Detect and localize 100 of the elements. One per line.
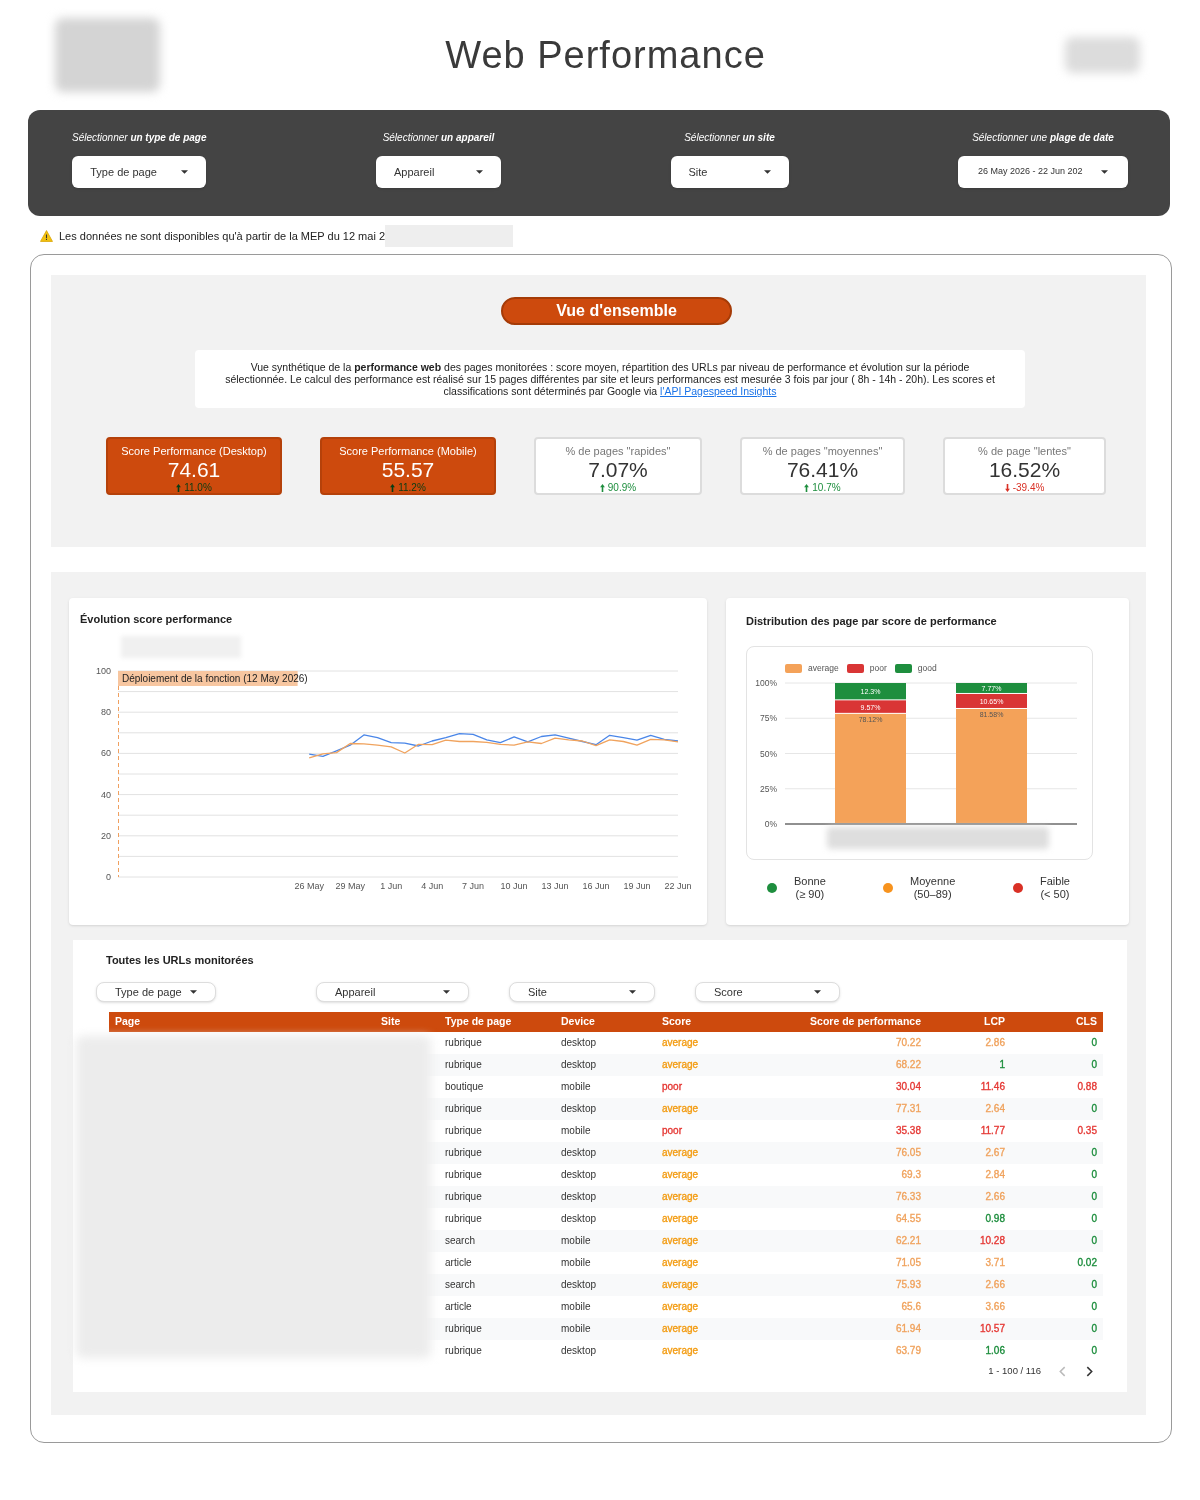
axis-label: 20 [101,830,111,841]
table-cell: 2.64 [985,1103,1005,1114]
table-cell: 0.02 [1077,1257,1097,1268]
filter-label: Sélectionner un type de page [72,132,207,144]
table-cell: rubrique [445,1125,482,1136]
table-cell: average [662,1235,699,1246]
filter-dropdown[interactable]: Site [670,156,789,188]
table-cell: 63.79 [895,1345,921,1356]
axis-label: 100% [755,678,777,688]
table-cell: 0 [1091,1279,1097,1290]
table-cell: average [662,1103,699,1114]
table-title: Toutes les URLs monitorées [105,954,255,967]
annotation: Déploiement de la fonction (12 May 2026) [122,673,308,684]
table-cell: 0 [1091,1059,1097,1070]
filter-dropdown[interactable]: Type de page [72,156,207,188]
table-cell: rubrique [445,1103,482,1114]
filter-dropdown[interactable]: Type de page [96,982,216,1002]
table-cell: average [662,1345,699,1356]
table-cell: 64.55 [895,1213,921,1224]
table-cell: average [662,1191,699,1202]
table-cell: 2.67 [985,1147,1005,1158]
axis-label: 0% [764,819,777,829]
kpi-title: % de pages "rapides" [565,445,671,458]
warning-icon [40,230,53,242]
notice-text: Les données ne sont disponibles qu'à partir de la MEP du 12 mai 2 [59,228,385,244]
table-cell: 0.98 [985,1213,1005,1224]
axis-label: 100 [95,666,111,676]
caret-icon [763,170,771,174]
table-cell: rubrique [445,1169,482,1180]
table-cell: rubrique [445,1191,482,1202]
filter-dropdown[interactable]: Appareil [316,982,469,1002]
filter-dropdown[interactable]: Score [695,982,840,1002]
axis-label: 75% [760,713,777,724]
page-title: Web Performance [444,33,767,77]
table-cell: search [445,1279,475,1290]
table-cell: mobile [561,1125,591,1136]
filter-dropdown[interactable]: Site [509,982,655,1002]
caret-icon [629,990,636,994]
table-cell: mobile [561,1301,591,1312]
legend-label: Bonne [794,875,826,888]
caret-icon [181,170,189,174]
table-cell: 0 [1091,1323,1097,1334]
axis-label: 25% [760,783,777,794]
table-cell: 75.93 [895,1279,921,1290]
axis-label: 0 [106,872,111,882]
table-cell: 61.94 [895,1323,921,1334]
axis-label: 10 Jun [500,881,528,891]
legend-range: (50–89) [913,888,952,901]
legend-label: average [808,663,839,673]
axis-label: 80 [101,707,111,718]
table-cell: article [445,1257,472,1268]
table-cell: rubrique [445,1213,482,1224]
table-cell: 11.46 [980,1081,1005,1092]
table-cell: 1 [999,1059,1005,1070]
filter-dropdown[interactable]: Appareil [376,156,501,188]
table-cell: rubrique [445,1059,482,1070]
table-cell: 2.66 [985,1279,1005,1290]
kpi-delta: 10.7% [812,482,841,494]
table-cell: article [445,1301,472,1312]
table-cell: desktop [561,1191,597,1202]
table-cell: average [662,1059,699,1070]
table-cell: 1.06 [985,1345,1005,1356]
table-cell: desktop [561,1213,597,1224]
table-cell: 0.35 [1077,1125,1097,1136]
table-cell: 2.66 [985,1191,1005,1202]
table-cell: 0 [1091,1169,1097,1180]
table-cell: desktop [561,1279,597,1290]
table-cell: rubrique [445,1345,482,1356]
table-cell: 35.38 [895,1125,921,1136]
pagespeed-link[interactable]: l'API Pagespeed Insights [660,385,777,397]
table-cell: average [662,1169,699,1180]
kpi-delta: 11.0% [184,482,212,494]
filter-label: Sélectionner une plage de date [972,132,1114,144]
table-cell: 0.88 [1077,1081,1097,1092]
legend-label: Moyenne [910,875,956,888]
table-cell: 0 [1091,1037,1097,1048]
table-cell: 69.3 [901,1169,921,1180]
table-cell: 10.57 [979,1323,1005,1334]
table-cell: 0 [1091,1235,1097,1246]
legend-range: (≥ 90) [795,888,825,901]
table-cell: 76.05 [895,1147,921,1158]
table-cell: search [445,1235,475,1246]
caret-icon [443,990,450,994]
table-cell: average [662,1147,699,1158]
pagination-range: 1 - 100 / 116 [988,1363,1041,1378]
table-cell: average [662,1257,699,1268]
caret-icon [476,170,483,174]
legend-range: (< 50) [1040,888,1070,901]
table-cell: poor [662,1081,682,1092]
table-cell: rubrique [445,1323,482,1334]
table-cell: 0 [1091,1301,1097,1312]
table-cell: 2.84 [985,1169,1005,1180]
kpi-delta: 90.9% [607,482,637,494]
filter-dropdown[interactable]: 26 May 2026 - 22 Jun 202 [958,156,1128,188]
table-cell: 68.22 [895,1059,921,1070]
axis-label: 7 Jun [462,881,485,891]
axis-label: 4 Jun [421,881,444,891]
filter-label: Sélectionner un appareil [382,132,495,144]
table-cell: 3.66 [985,1301,1005,1312]
axis-label: 16 Jun [582,881,610,891]
